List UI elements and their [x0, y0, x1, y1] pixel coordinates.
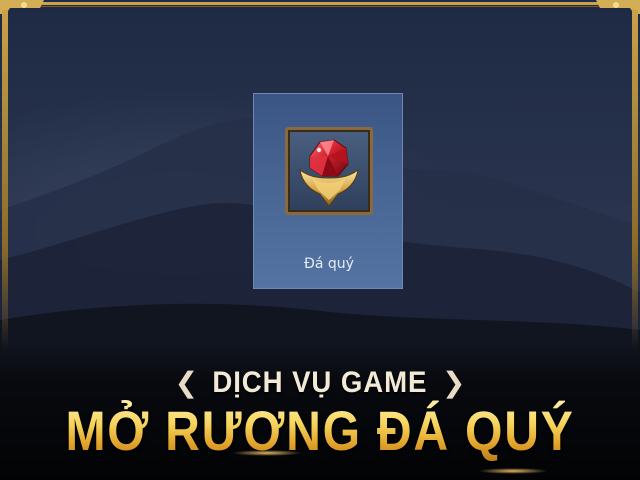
- left-frame-edge: [2, 10, 8, 350]
- headline-title: MỞ RƯƠNG ĐÁ QUÝ: [45, 398, 595, 464]
- gem-item-card[interactable]: Đá quý: [253, 93, 403, 289]
- red-gem-shield-icon: [299, 139, 359, 207]
- item-name-label: Đá quý: [304, 256, 354, 272]
- item-icon-frame: [285, 127, 373, 215]
- sparkle-right: [478, 468, 548, 474]
- ornate-top-frame: [0, 0, 640, 14]
- right-chevron-icon: ❯: [441, 366, 466, 399]
- service-label-row: ❮ DỊCH VỤ GAME ❯: [0, 366, 640, 400]
- right-frame-edge: [632, 10, 638, 350]
- left-chevron-icon: ❮: [174, 366, 199, 399]
- sparkle-left: [232, 450, 302, 456]
- service-label: DỊCH VỤ GAME: [212, 366, 428, 399]
